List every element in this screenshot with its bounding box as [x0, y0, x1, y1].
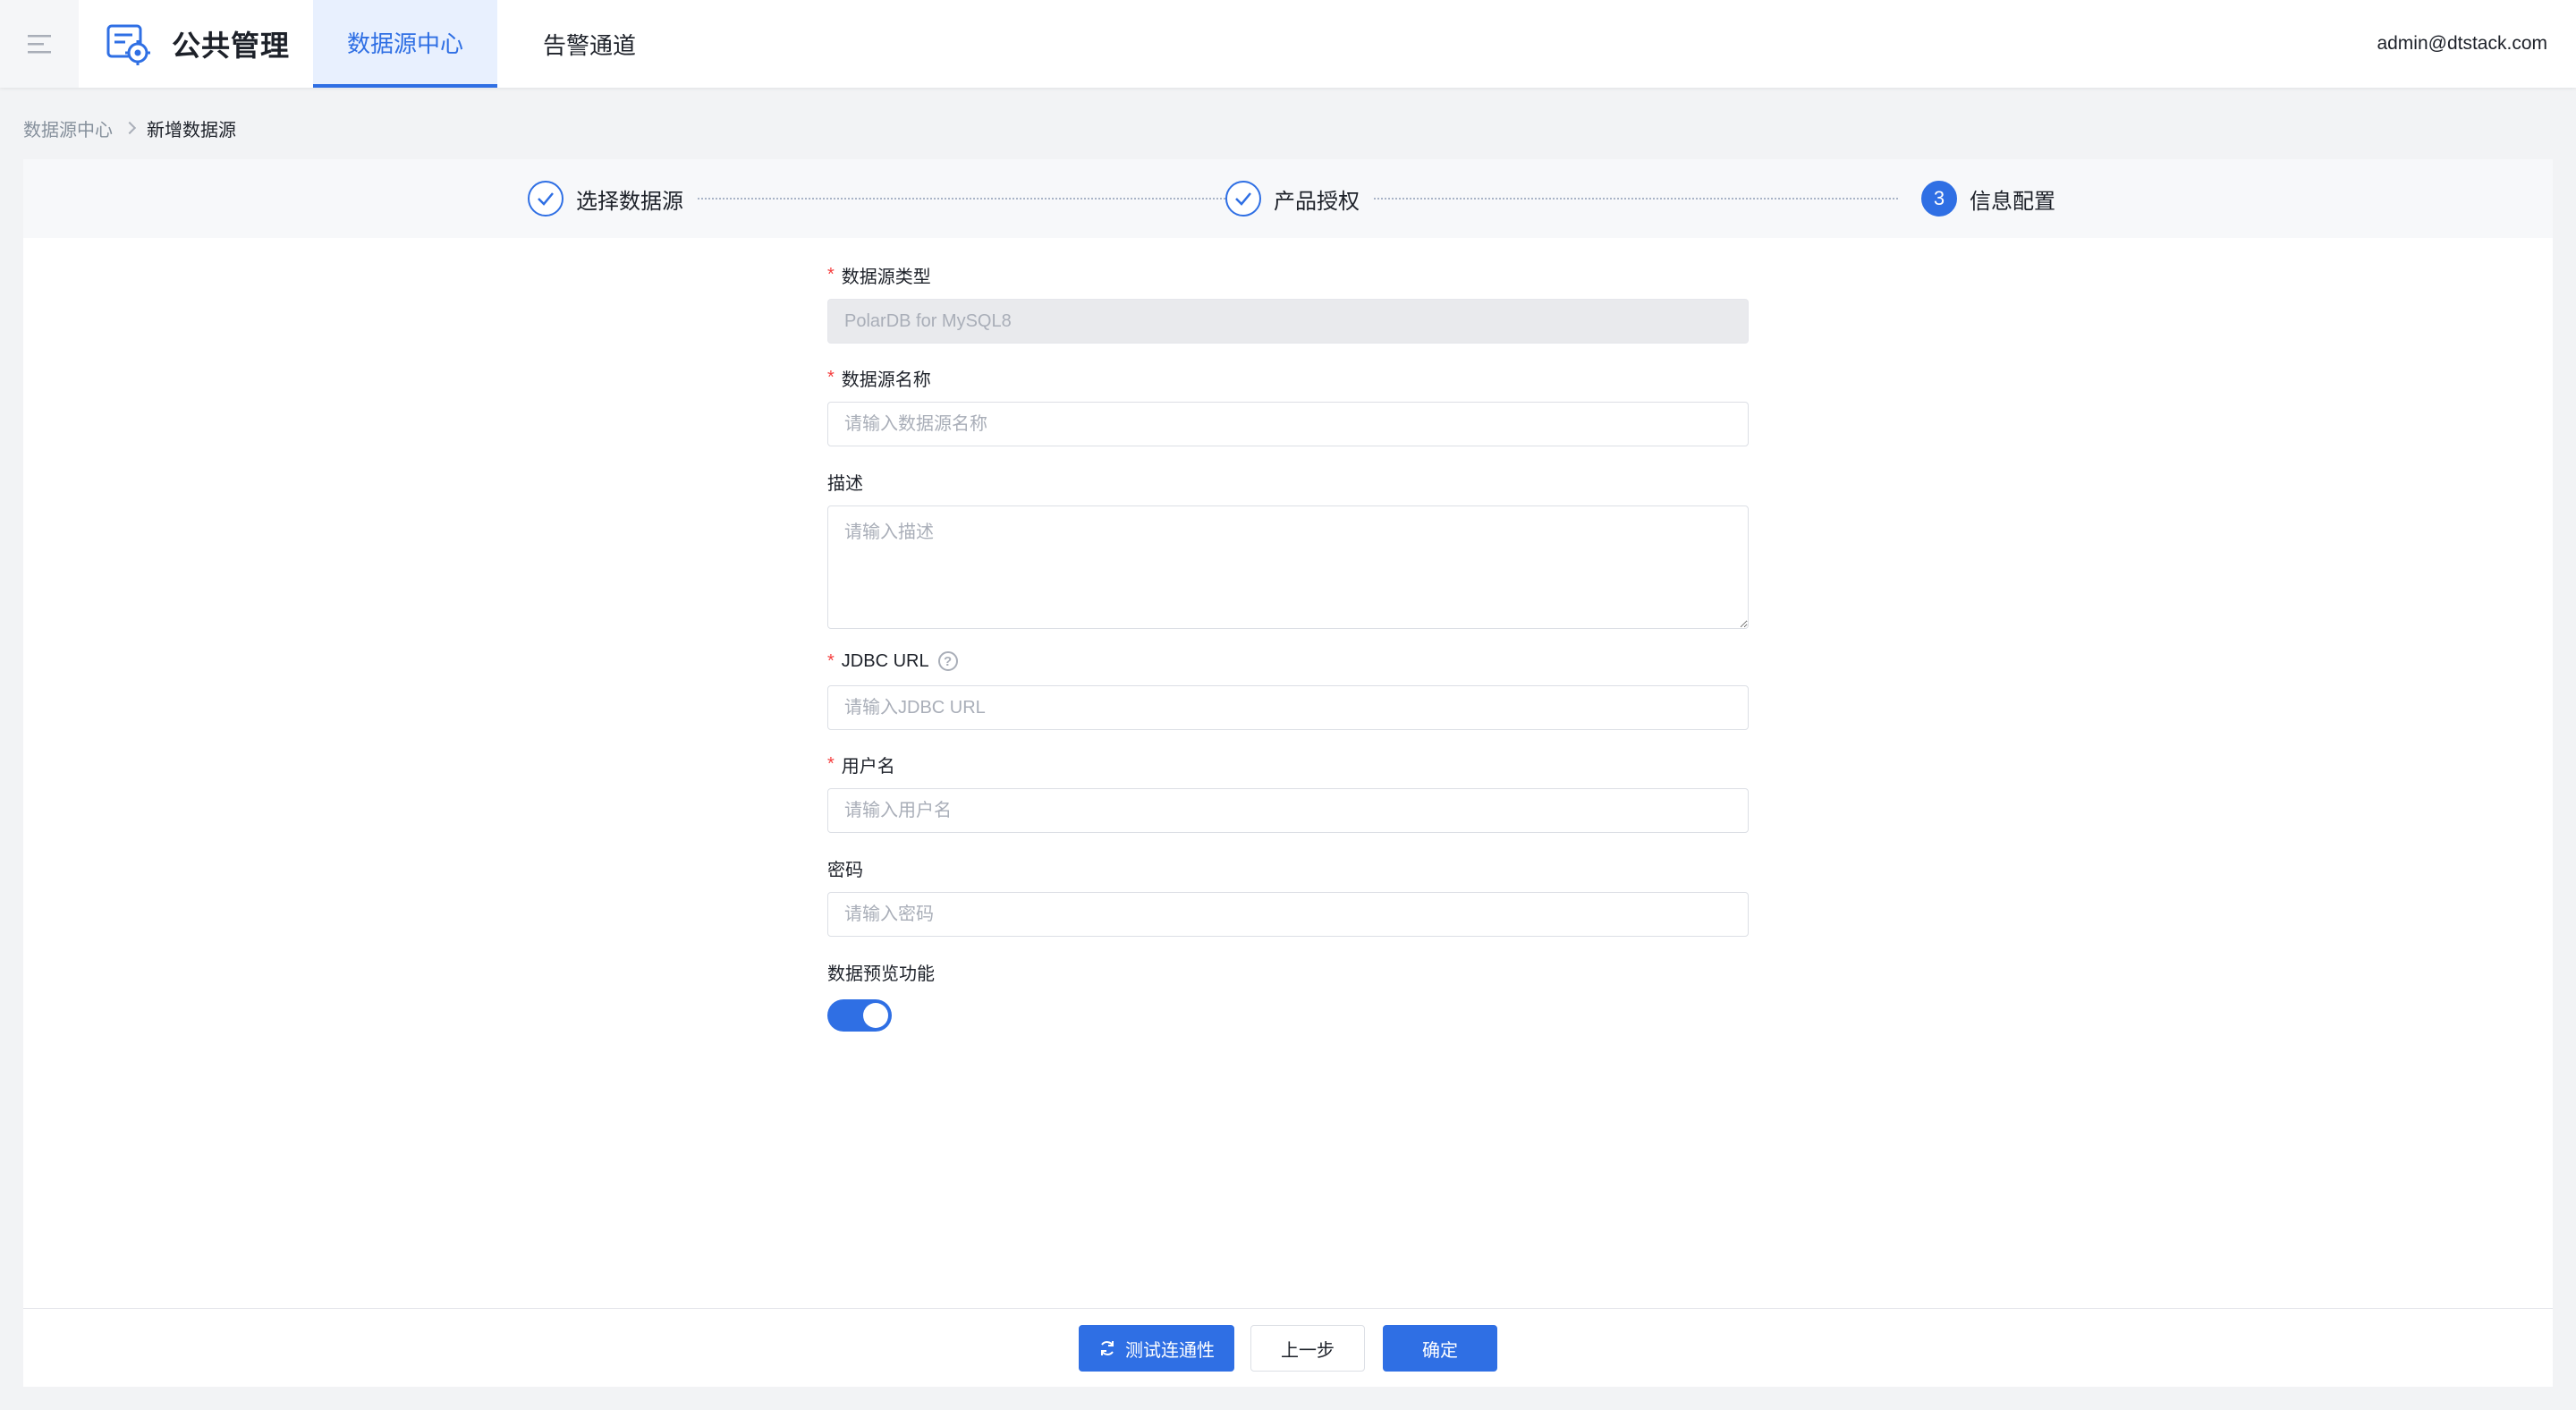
required-mark: * [827, 367, 835, 387]
tab-alert-channel[interactable]: 告警通道 [497, 0, 682, 88]
user-account[interactable]: admin@dtstack.com [2377, 0, 2547, 88]
step-product-authorization: 产品授权 [1225, 159, 1360, 238]
field-label: * 数据源类型 [827, 261, 1749, 288]
step-connector [698, 198, 1225, 200]
form-card: * 数据源类型 * 数据源名称 描述 * JDBC URL ? [23, 238, 2553, 1387]
label-text: 用户名 [841, 756, 895, 777]
button-label: 测试连通性 [1125, 1340, 1215, 1361]
step-label: 信息配置 [1970, 189, 2055, 214]
check-icon [528, 181, 564, 217]
brand: 公共管理 [79, 0, 313, 88]
tab-datasource-center[interactable]: 数据源中心 [313, 0, 498, 88]
required-mark: * [827, 753, 835, 774]
help-question-icon[interactable]: ? [937, 651, 958, 671]
label-text: JDBC URL [841, 650, 929, 671]
breadcrumb-parent-link[interactable]: 数据源中心 [23, 115, 113, 141]
field-label: 密码 [827, 854, 1749, 881]
step-label: 选择数据源 [576, 189, 683, 214]
test-connection-button[interactable]: 测试连通性 [1079, 1325, 1234, 1372]
field-label: 描述 [827, 468, 1749, 495]
menu-toggle-button[interactable] [0, 0, 79, 88]
check-icon [1225, 181, 1261, 217]
settings-console-icon [106, 24, 150, 65]
field-password: 密码 [827, 854, 1749, 937]
required-mark: * [827, 650, 835, 671]
brand-title: 公共管理 [172, 30, 291, 62]
field-label: * JDBC URL ? [827, 648, 1749, 675]
step-label: 产品授权 [1274, 189, 1360, 214]
field-data-preview: 数据预览功能 [827, 958, 1749, 1032]
refresh-icon [1098, 1339, 1116, 1357]
datasource-type-input [827, 299, 1749, 344]
field-label: * 用户名 [827, 751, 1749, 777]
field-datasource-name: * 数据源名称 [827, 364, 1749, 446]
breadcrumb: 数据源中心 新增数据源 [23, 115, 236, 141]
label-text: 密码 [827, 860, 863, 880]
chevron-right-icon [123, 121, 137, 135]
datasource-name-input[interactable] [827, 402, 1749, 446]
field-jdbc-url: * JDBC URL ? [827, 648, 1749, 730]
step-info-config: 3 信息配置 [1921, 159, 2055, 238]
password-input[interactable] [827, 892, 1749, 937]
menu-icon [28, 35, 51, 54]
step-number-badge: 3 [1921, 181, 1957, 217]
steps-bar: 选择数据源 产品授权 3 信息配置 [23, 159, 2553, 238]
field-label: * 数据源名称 [827, 364, 1749, 391]
top-header: 公共管理 数据源中心 告警通道 admin@dtstack.com [0, 0, 2576, 88]
field-datasource-type: * 数据源类型 [827, 261, 1749, 344]
breadcrumb-current: 新增数据源 [147, 120, 236, 140]
step-select-datasource: 选择数据源 [528, 159, 683, 238]
description-textarea[interactable] [827, 505, 1749, 629]
step-connector [1374, 198, 1898, 200]
toggle-knob [863, 1003, 888, 1028]
field-label: 数据预览功能 [827, 958, 1749, 985]
data-preview-toggle[interactable] [827, 999, 892, 1032]
username-input[interactable] [827, 788, 1749, 833]
jdbc-url-input[interactable] [827, 685, 1749, 730]
label-text: 数据源名称 [841, 369, 931, 390]
previous-step-button[interactable]: 上一步 [1250, 1325, 1365, 1372]
field-username: * 用户名 [827, 751, 1749, 833]
confirm-button[interactable]: 确定 [1383, 1325, 1497, 1372]
form-footer: 测试连通性 上一步 确定 [23, 1308, 2553, 1387]
field-description: 描述 [827, 468, 1749, 629]
label-text: 数据源类型 [841, 267, 931, 287]
label-text: 数据预览功能 [827, 964, 935, 984]
label-text: 描述 [827, 473, 863, 494]
required-mark: * [827, 264, 835, 285]
